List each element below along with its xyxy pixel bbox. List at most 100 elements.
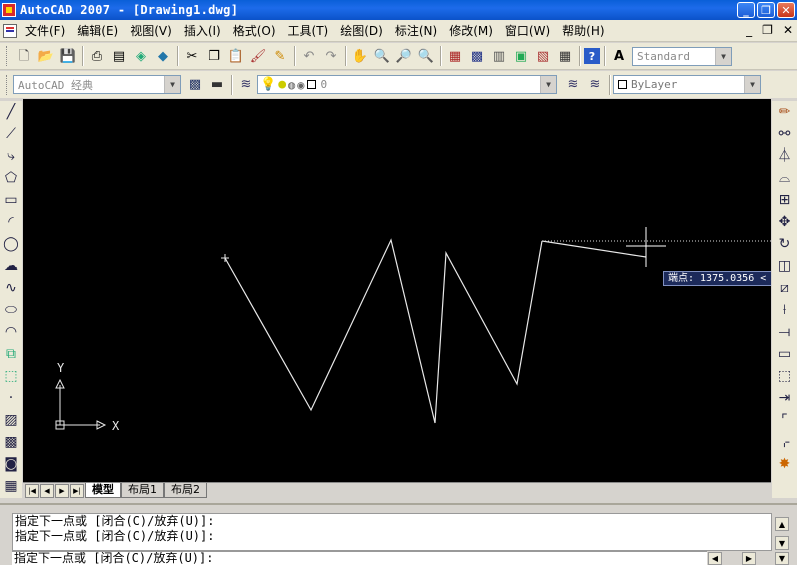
hatch-icon[interactable]: ▨ — [2, 410, 20, 430]
toolbar-grip[interactable] — [6, 46, 9, 66]
help-icon[interactable]: ? — [584, 48, 600, 64]
menu-draw[interactable]: 绘图(D) — [336, 22, 391, 39]
3d-publish-icon[interactable]: ◆ — [153, 46, 173, 66]
layer-manager-icon[interactable]: ≋ — [236, 75, 256, 95]
menu-help[interactable]: 帮助(H) — [558, 22, 612, 39]
copy-object-icon[interactable]: ⚯ — [776, 124, 794, 144]
tab-layout1[interactable]: 布局1 — [121, 483, 164, 498]
doc-close-icon[interactable]: ✕ — [783, 23, 793, 37]
chevron-down-icon[interactable]: ▼ — [715, 47, 731, 65]
erase-icon[interactable]: ✏ — [776, 102, 794, 122]
polyline-icon[interactable]: ⤷ — [2, 146, 20, 166]
layer-previous-icon[interactable]: ≋ — [585, 75, 605, 95]
maximize-button[interactable]: ❐ — [757, 2, 775, 18]
block-editor-icon[interactable]: ✎ — [270, 46, 290, 66]
line-icon[interactable]: ╱ — [2, 102, 20, 122]
menu-tools[interactable]: 工具(T) — [284, 22, 337, 39]
save-icon[interactable]: 💾 — [58, 46, 78, 66]
publish-icon[interactable]: ◈ — [131, 46, 151, 66]
doc-restore-icon[interactable]: ❐ — [762, 23, 773, 37]
color-select[interactable]: ByLayer ▼ — [613, 75, 761, 94]
properties-icon[interactable]: ▦ — [445, 46, 465, 66]
text-style-icon[interactable]: A — [609, 46, 629, 66]
extend-icon[interactable]: ⟞ — [776, 322, 794, 342]
scroll-right-icon[interactable]: ▶ — [742, 552, 756, 565]
print-icon[interactable]: ⎙ — [87, 46, 107, 66]
layer-plot-icon[interactable]: ◉ — [297, 78, 304, 92]
autocad-app-icon[interactable] — [2, 3, 16, 17]
tab-model[interactable]: 模型 — [85, 483, 121, 498]
scroll-down-icon[interactable]: ▼ — [775, 536, 789, 550]
workspace-select[interactable]: AutoCAD 经典 ▼ — [13, 75, 181, 94]
point-icon[interactable]: · — [2, 388, 20, 408]
minimize-button[interactable]: _ — [737, 2, 755, 18]
redo-icon[interactable]: ↷ — [321, 46, 341, 66]
menu-edit[interactable]: 编辑(E) — [73, 22, 126, 39]
chamfer-icon[interactable]: ⌜ — [776, 410, 794, 430]
copy-icon[interactable]: ❐ — [204, 46, 224, 66]
array-icon[interactable]: ⊞ — [776, 190, 794, 210]
scroll-up-icon[interactable]: ▲ — [775, 517, 789, 531]
gradient-icon[interactable]: ▩ — [2, 432, 20, 452]
zoom-previous-icon[interactable]: 🔍 — [416, 46, 436, 66]
scroll-down-icon[interactable]: ▼ — [775, 552, 789, 565]
break-at-point-icon[interactable]: ▭ — [776, 344, 794, 364]
open-file-icon[interactable]: 📂 — [36, 46, 56, 66]
menu-dimension[interactable]: 标注(N) — [391, 22, 445, 39]
chevron-down-icon[interactable]: ▼ — [744, 76, 760, 93]
arc-icon[interactable]: ◜ — [2, 212, 20, 232]
zoom-window-icon[interactable]: 🔎 — [394, 46, 414, 66]
scale-icon[interactable]: ◫ — [776, 256, 794, 276]
plot-preview-icon[interactable]: ▤ — [109, 46, 129, 66]
mirror-icon[interactable]: ⏃ — [776, 146, 794, 166]
workspace-settings-icon[interactable]: ▩ — [185, 75, 205, 95]
doc-minimize-icon[interactable]: _ — [746, 23, 752, 37]
first-tab-icon[interactable]: |◀ — [25, 483, 39, 498]
break-icon[interactable]: ⬚ — [776, 366, 794, 386]
tab-layout2[interactable]: 布局2 — [164, 483, 207, 498]
trim-icon[interactable]: ⟊ — [776, 300, 794, 320]
save-workspace-icon[interactable]: ▬ — [207, 75, 227, 95]
ellipse-icon[interactable]: ⬭ — [2, 300, 20, 320]
calculator-icon[interactable]: ▦ — [555, 46, 575, 66]
menu-modify[interactable]: 修改(M) — [445, 22, 501, 39]
cut-icon[interactable]: ✂ — [182, 46, 202, 66]
construction-line-icon[interactable]: ⟋ — [2, 124, 20, 144]
move-icon[interactable]: ✥ — [776, 212, 794, 232]
menu-window[interactable]: 窗口(W) — [501, 22, 558, 39]
menu-view[interactable]: 视图(V) — [126, 22, 180, 39]
last-tab-icon[interactable]: ▶| — [70, 483, 84, 498]
polygon-icon[interactable]: ⬠ — [2, 168, 20, 188]
spline-icon[interactable]: ∿ — [2, 278, 20, 298]
make-block-icon[interactable]: ⬚ — [2, 366, 20, 386]
ellipse-arc-icon[interactable]: ◠ — [2, 322, 20, 342]
rectangle-icon[interactable]: ▭ — [2, 190, 20, 210]
region-icon[interactable]: ◙ — [2, 454, 20, 474]
paste-icon[interactable]: 📋 — [226, 46, 246, 66]
insert-block-icon[interactable]: ⧉ — [2, 344, 20, 364]
layer-lock-icon[interactable]: ◍ — [288, 78, 295, 92]
scroll-left-icon[interactable]: ◀ — [708, 552, 722, 565]
drawing-canvas[interactable]: Y X 端点: 1375.0356 < 0° — [23, 99, 771, 482]
design-center-icon[interactable]: ▩ — [467, 46, 487, 66]
next-tab-icon[interactable]: ▶ — [55, 483, 69, 498]
make-object-layer-current-icon[interactable]: ≋ — [563, 75, 583, 95]
revision-cloud-icon[interactable]: ☁ — [2, 256, 20, 276]
explode-icon[interactable]: ✸ — [776, 454, 794, 474]
chevron-down-icon[interactable]: ▼ — [540, 76, 556, 93]
text-style-select[interactable]: Standard ▼ — [632, 46, 732, 66]
table-icon[interactable]: ▦ — [2, 476, 20, 496]
offset-icon[interactable]: ⌓ — [776, 168, 794, 188]
undo-icon[interactable]: ↶ — [299, 46, 319, 66]
layer-freeze-icon[interactable]: ● — [278, 77, 286, 92]
toolbar-grip[interactable] — [6, 74, 9, 95]
match-properties-icon[interactable]: 🖌 — [248, 46, 268, 66]
circle-icon[interactable]: ◯ — [2, 234, 20, 254]
menu-file[interactable]: 文件(F) — [21, 22, 73, 39]
menu-insert[interactable]: 插入(I) — [180, 22, 229, 39]
layer-select[interactable]: 💡 ● ◍ ◉ 0 ▼ — [257, 75, 557, 94]
join-icon[interactable]: ⇥ — [776, 388, 794, 408]
sheet-set-icon[interactable]: ▣ — [511, 46, 531, 66]
prev-tab-icon[interactable]: ◀ — [40, 483, 54, 498]
menu-format[interactable]: 格式(O) — [229, 22, 284, 39]
